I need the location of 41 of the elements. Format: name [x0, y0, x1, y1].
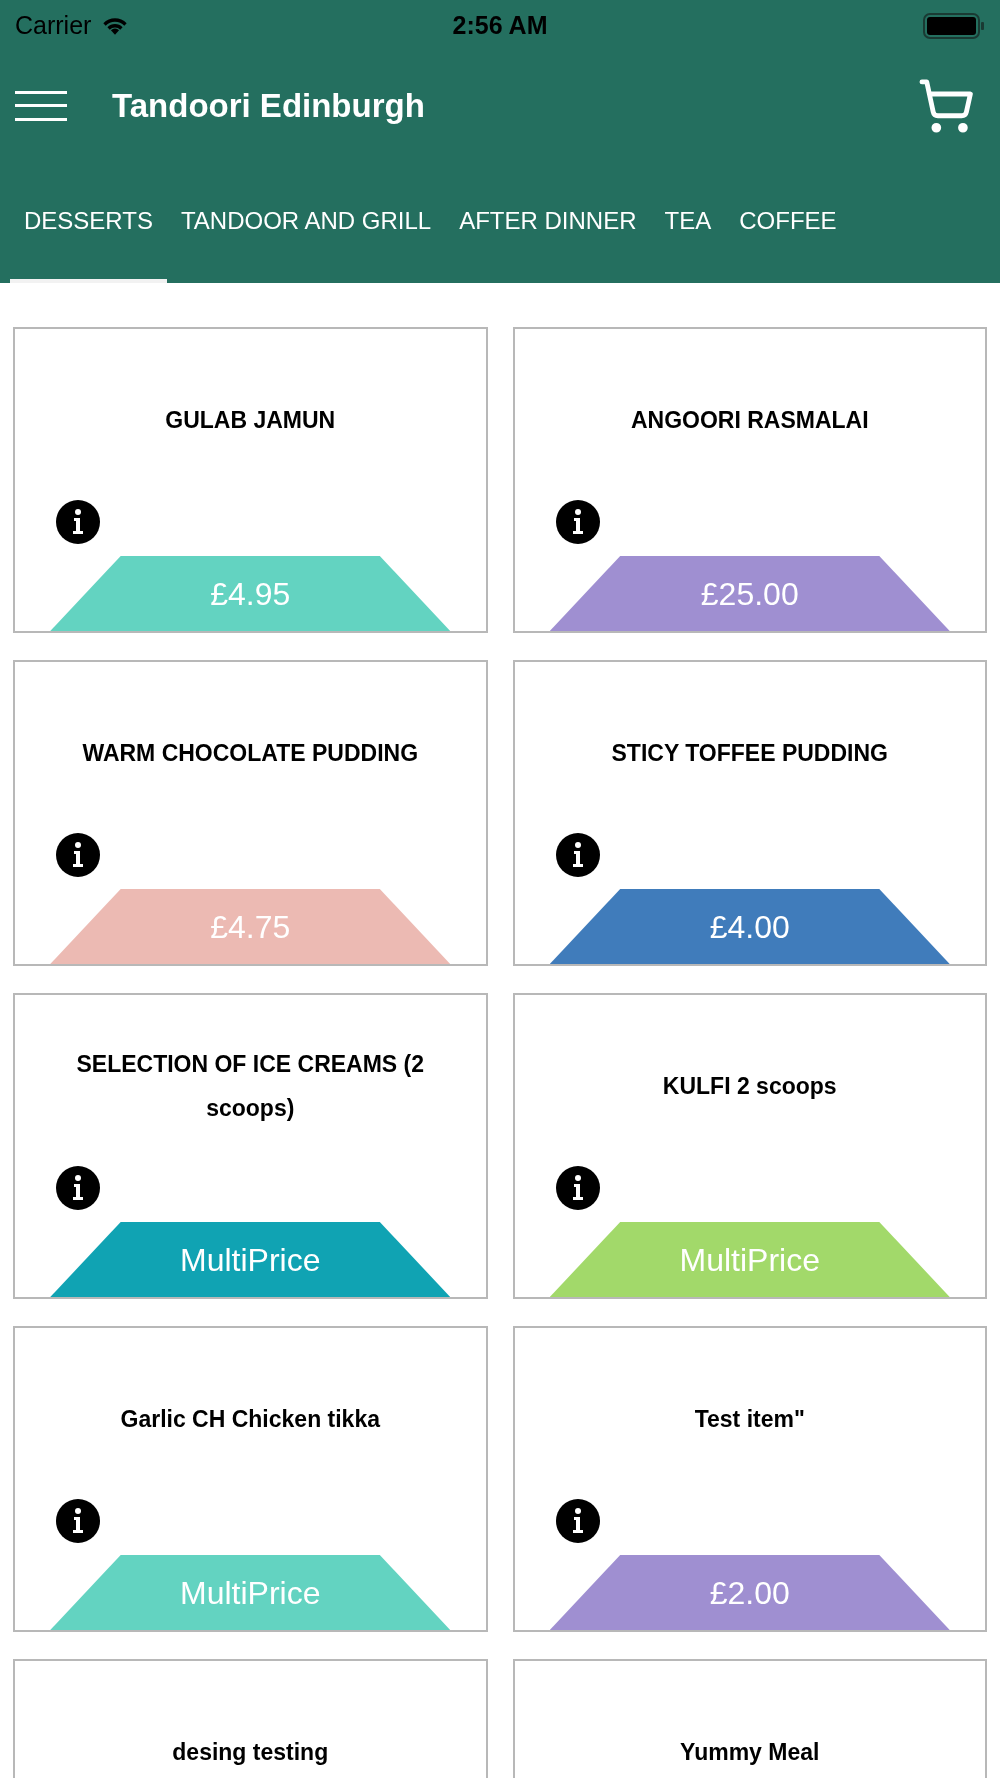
price-tag[interactable]: MultiPrice — [50, 1222, 451, 1297]
info-icon[interactable] — [56, 1166, 100, 1210]
menu-card[interactable]: ANGOORI RASMALAI £25.00 — [512, 327, 987, 633]
info-icon[interactable] — [56, 500, 100, 544]
item-name: KULFI 2 scoops — [662, 1072, 837, 1101]
menu-card[interactable]: KULFI 2 scoops MultiPrice — [512, 993, 987, 1299]
app-title: Tandoori Edinburgh — [112, 86, 425, 127]
item-name: Garlic CH Chicken tikka — [120, 1405, 380, 1434]
info-icon[interactable] — [555, 1166, 600, 1210]
category-tab[interactable]: DESSERTS — [10, 163, 167, 283]
item-name: SELECTION OF ICE CREAMS (2 scoops) — [75, 1050, 426, 1123]
info-icon[interactable] — [555, 1499, 600, 1543]
item-name: STICY TOFFEE PUDDING — [611, 739, 888, 768]
item-name: desing testing — [172, 1738, 329, 1767]
status-time: 2:56 AM — [452, 9, 548, 41]
menu-card[interactable]: GULAB JAMUN £4.95 — [13, 327, 488, 633]
category-tab[interactable]: COFFEE — [725, 163, 851, 283]
info-icon[interactable] — [56, 1499, 100, 1543]
category-tab[interactable]: TANDOOR AND GRILL — [166, 163, 446, 283]
menu-card[interactable]: SELECTION OF ICE CREAMS (2 scoops) MultiPrice — [13, 993, 488, 1299]
menu-card[interactable]: desing testing — [13, 1659, 488, 1778]
carrier-label: Carrier — [15, 9, 92, 41]
info-icon[interactable] — [555, 500, 600, 544]
cart-icon[interactable] — [917, 77, 975, 135]
price-tag[interactable]: £4.00 — [549, 889, 950, 964]
menu-icon[interactable] — [15, 91, 67, 121]
menu-card[interactable]: Garlic CH Chicken tikka MultiPrice — [13, 1326, 488, 1632]
info-icon[interactable] — [555, 833, 600, 877]
category-tab[interactable]: TEA — [650, 163, 726, 283]
info-icon[interactable] — [56, 833, 100, 877]
menu-card[interactable]: STICY TOFFEE PUDDING £4.00 — [512, 660, 987, 966]
item-name: Test item" — [694, 1405, 805, 1434]
menu-card[interactable]: Yummy Meal — [512, 1659, 987, 1778]
item-name: GULAB JAMUN — [165, 406, 336, 435]
menu-card[interactable]: WARM CHOCOLATE PUDDING £4.75 — [13, 660, 488, 966]
item-name: WARM CHOCOLATE PUDDING — [82, 739, 419, 768]
item-name: ANGOORI RASMALAI — [630, 406, 869, 435]
category-tab[interactable]: AFTER DINNER — [445, 163, 651, 283]
battery-icon — [923, 12, 985, 39]
item-name: Yummy Meal — [680, 1738, 820, 1767]
menu-card[interactable]: Test item" £2.00 — [512, 1326, 987, 1632]
